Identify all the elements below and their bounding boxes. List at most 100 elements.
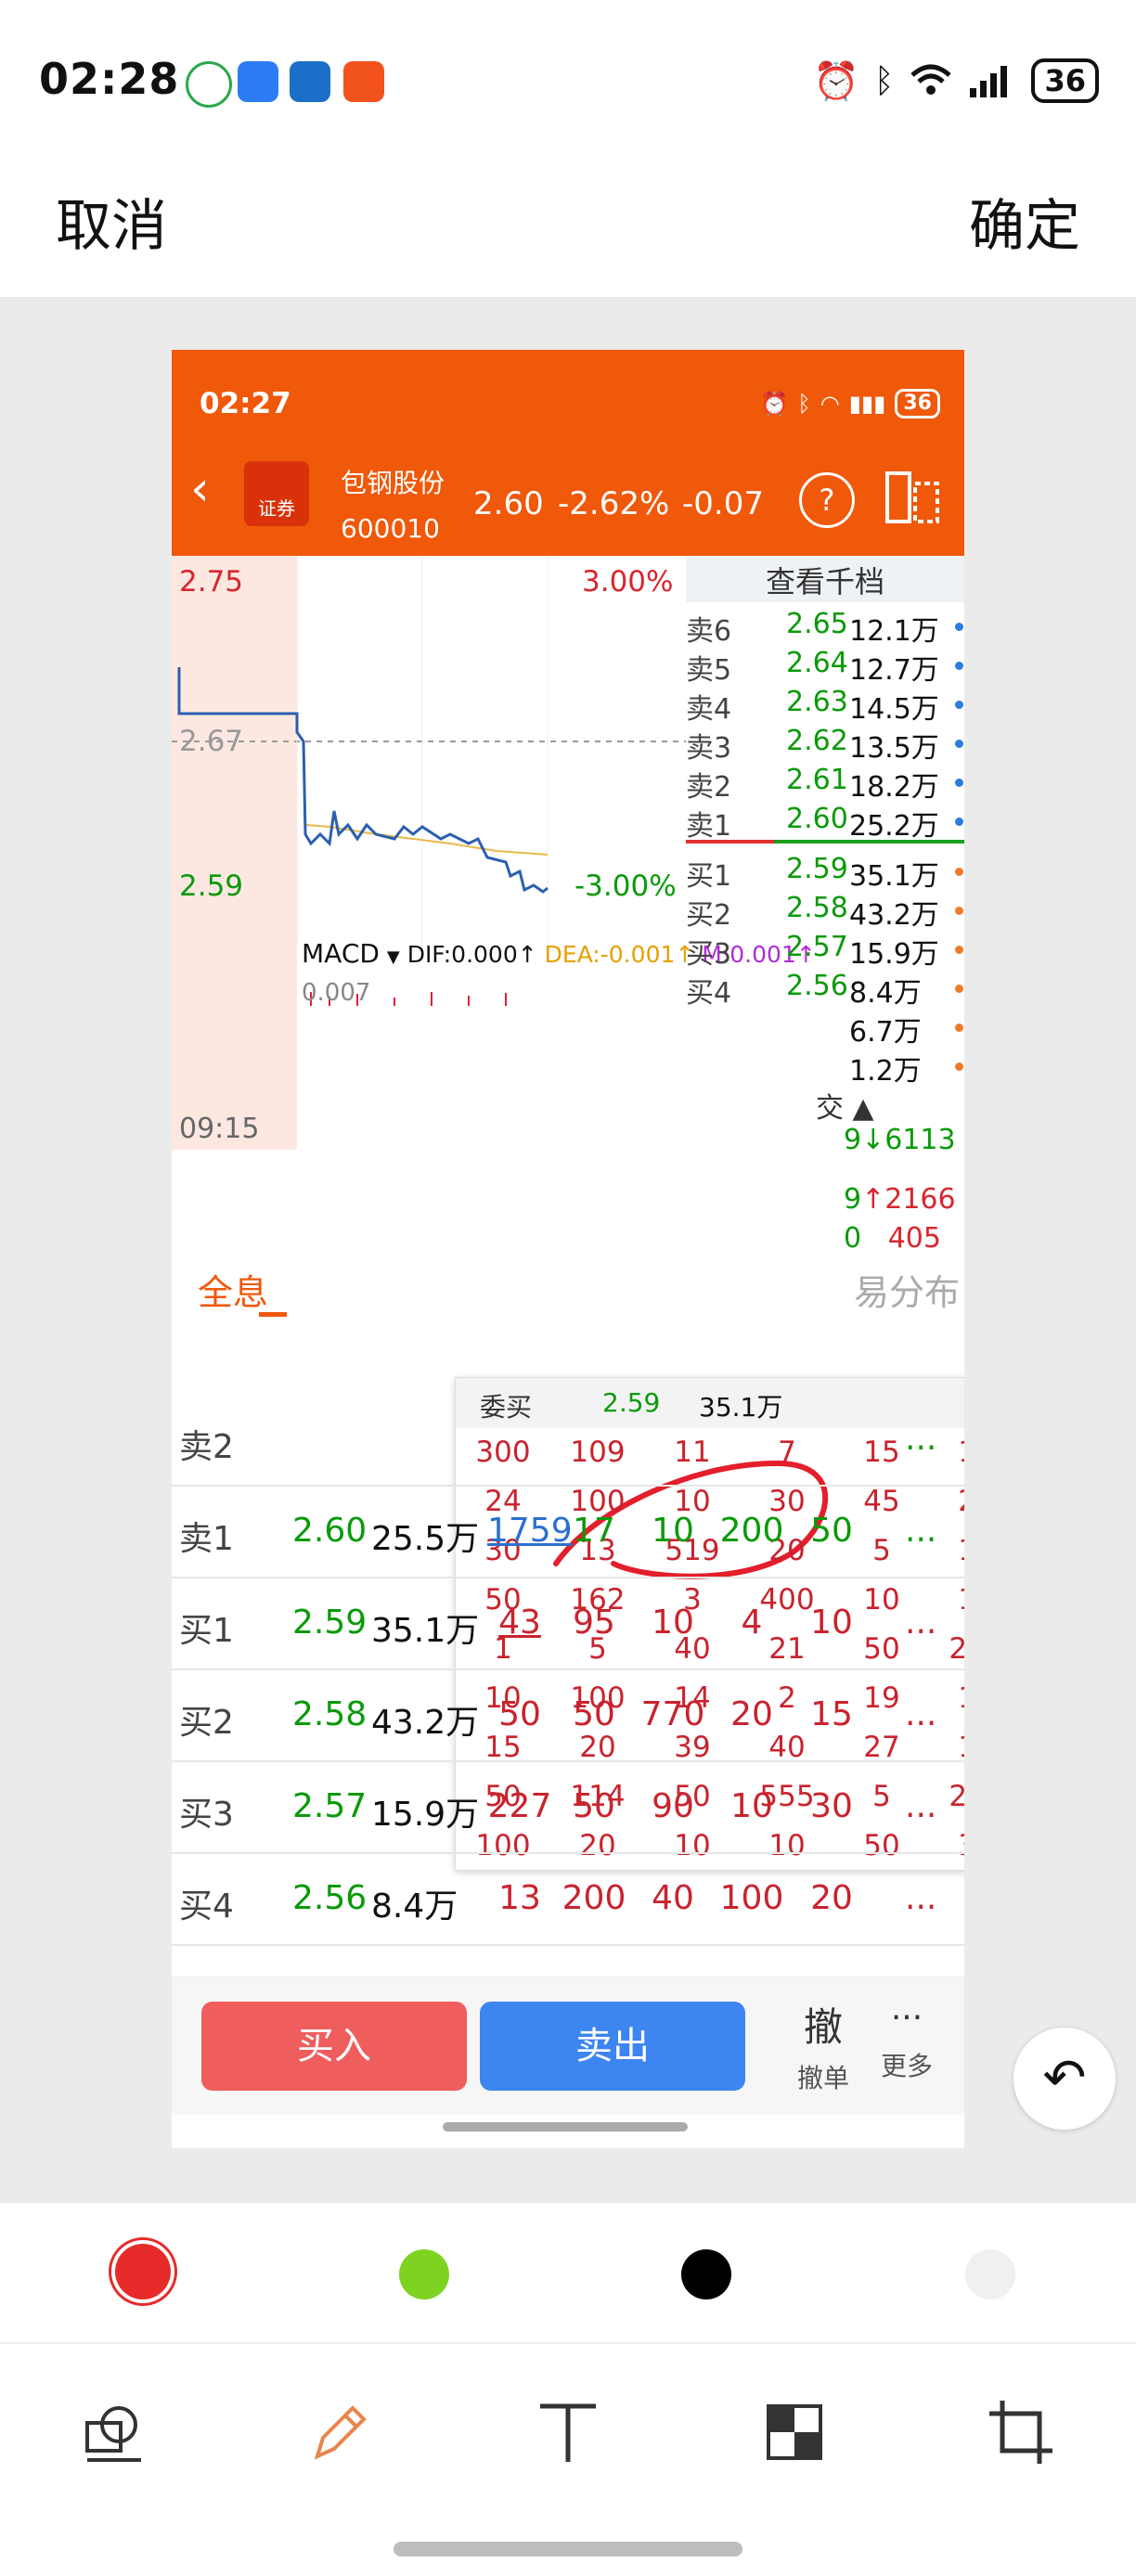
sell-level-row[interactable]: 卖4 2.63 14.5万 xyxy=(686,686,964,726)
color-white[interactable] xyxy=(965,2249,1015,2299)
undo-icon[interactable]: ↶ xyxy=(1013,2028,1116,2130)
pct-max: 3.00% xyxy=(582,565,674,599)
layout-switch-icon[interactable] xyxy=(884,470,940,524)
view-thousand-button[interactable]: 查看千档 xyxy=(686,556,964,602)
message-app-icon xyxy=(238,61,278,102)
buy-level-row[interactable]: 6.7万 xyxy=(686,1009,964,1049)
cancel-order-icon: 撤 xyxy=(803,2004,843,2050)
row-more-icon[interactable]: ... xyxy=(905,1420,936,1458)
order-detail-row[interactable]: 买3 2.57 15.9万 227 50 90 10 30... xyxy=(172,1761,964,1854)
buy-level-row[interactable]: 买2 2.58 43.2万 xyxy=(686,892,964,932)
bank-app-icon xyxy=(186,61,232,108)
more-button[interactable]: ··· 更多 xyxy=(870,1996,944,2083)
broker-logo-text: 证券 xyxy=(258,497,295,520)
trade-a: 9 xyxy=(844,1124,862,1156)
crop-icon[interactable] xyxy=(984,2395,1058,2469)
sell-level-row[interactable]: 卖5 2.64 12.7万 xyxy=(686,647,964,687)
level-dot-icon xyxy=(955,662,963,670)
level-price: 2.59 xyxy=(786,853,848,885)
sell-level-row[interactable]: 卖3 2.62 13.5万 xyxy=(686,725,964,765)
signal-icon xyxy=(970,66,1008,97)
level-label: 卖1 xyxy=(686,810,732,843)
cancel-order-button[interactable]: 撤 撤单 xyxy=(786,1996,860,2095)
bank2-app-icon xyxy=(290,61,330,102)
level-volume: 18.2万 xyxy=(849,771,939,804)
signal-icon: ▮▮▮ xyxy=(848,391,886,417)
row-order-qty: 17 xyxy=(573,1512,615,1550)
level-label: 买3 xyxy=(686,938,732,971)
level-label: 买4 xyxy=(686,977,732,1010)
order-detail-row[interactable]: 买1 2.59 35.1万 43 95 10 4 10... xyxy=(172,1578,964,1670)
time-label: 09:15 xyxy=(179,1113,260,1145)
wifi-icon xyxy=(910,64,952,95)
color-black[interactable] xyxy=(681,2249,731,2299)
row-more-icon[interactable]: ... xyxy=(905,1695,936,1733)
buy-level-row[interactable]: 买1 2.59 35.1万 xyxy=(686,853,964,893)
level-volume: 12.1万 xyxy=(849,615,939,648)
cancel-button[interactable]: 取消 xyxy=(56,181,167,262)
trade-label: 交 xyxy=(816,1092,844,1125)
help-icon[interactable]: ? xyxy=(799,472,855,528)
level-dot-icon xyxy=(955,623,963,631)
home-indicator xyxy=(394,2542,742,2557)
stock-name: 包钢股份 xyxy=(341,468,445,498)
buy-level-row[interactable]: 1.2万 xyxy=(686,1048,964,1088)
buy-level-row[interactable]: 买4 2.56 8.4万 xyxy=(686,970,964,1010)
tab-full-info[interactable]: 全息 xyxy=(198,1264,268,1315)
bluetooth-icon: ᛒ xyxy=(873,61,895,100)
level-price: 2.63 xyxy=(786,686,848,718)
buy-level-row[interactable]: 买3 2.57 15.9万 xyxy=(686,931,964,971)
buy-button[interactable]: 买入 xyxy=(201,2002,467,2091)
row-more-icon[interactable]: ... xyxy=(905,1512,936,1550)
inner-home-indicator xyxy=(443,2122,688,2132)
row-price: 2.56 xyxy=(292,1879,368,1917)
row-order-qty: 95 xyxy=(573,1604,615,1642)
y-max: 2.75 xyxy=(179,565,244,599)
inner-status-time: 02:27 xyxy=(200,387,291,420)
level-dot-icon xyxy=(955,1063,963,1071)
row-more-icon[interactable]: ... xyxy=(905,1787,936,1825)
level-volume: 1.2万 xyxy=(849,1055,922,1088)
row-order-qty: 40 xyxy=(652,1879,694,1917)
inner-status-icons: ⏰ ᛒ ◠ ▮▮▮ 36 xyxy=(761,389,940,419)
status-bar: 02:28 ⏰ ᛒ 36 xyxy=(0,0,1136,158)
level-label: 买2 xyxy=(686,899,732,932)
edited-screenshot[interactable]: 02:27 ⏰ ᛒ ◠ ▮▮▮ 36 ‹ 证券 包钢股份 600010 2.60… xyxy=(172,350,964,2148)
tab-distribution[interactable]: 易分布 xyxy=(854,1264,960,1315)
confirm-button[interactable]: 确定 xyxy=(969,181,1080,262)
order-detail-row[interactable]: 卖1 2.60 25.5万 1759 17 10 200 50... xyxy=(172,1486,964,1578)
row-more-icon[interactable]: ... xyxy=(905,1879,936,1917)
row-order-qty: 10 xyxy=(730,1787,773,1825)
cancel-order-label: 撤单 xyxy=(796,2063,849,2093)
sell-level-row[interactable]: 卖1 2.60 25.2万 xyxy=(686,803,964,843)
level-label: 卖2 xyxy=(686,771,732,804)
sell-level-row[interactable]: 卖6 2.65 12.1万 xyxy=(686,608,964,648)
color-red[interactable] xyxy=(115,2244,171,2299)
order-detail-row[interactable]: 买4 2.56 8.4万 13 200 40 100 20... xyxy=(172,1853,964,1946)
order-detail-row[interactable]: 买2 2.58 43.2万 50 50 770 20 15... xyxy=(172,1669,964,1762)
back-icon[interactable]: ‹ xyxy=(190,461,210,517)
row-price: 2.59 xyxy=(292,1604,368,1642)
macd-name: MACD xyxy=(302,938,380,969)
row-order-qty: 50 xyxy=(573,1695,615,1733)
text-icon[interactable] xyxy=(531,2395,605,2469)
trade-action-bar: 买入 卖出 撤 撤单 ··· 更多 xyxy=(172,1976,964,2115)
row-price: 2.60 xyxy=(292,1512,368,1550)
wifi-icon: ◠ xyxy=(820,391,840,417)
stock-change: -0.07 xyxy=(682,485,764,522)
shape-icon[interactable] xyxy=(76,2395,150,2469)
mosaic-icon[interactable] xyxy=(757,2395,832,2469)
volume-label: 0.007 xyxy=(302,979,371,1007)
intraday-chart[interactable]: 2.75 2.67 2.59 3.00% -3.00% MACD ▼ DIF:0… xyxy=(172,556,816,1150)
sell-button[interactable]: 卖出 xyxy=(480,2002,745,2091)
y-mid: 2.67 xyxy=(179,725,244,758)
row-order-qty: 13 xyxy=(498,1879,541,1917)
pen-icon[interactable] xyxy=(303,2395,377,2469)
sell-level-row[interactable]: 卖2 2.61 18.2万 xyxy=(686,764,964,804)
row-more-icon[interactable]: ... xyxy=(905,1604,936,1642)
trade-a: 9 xyxy=(844,1183,862,1216)
trade-row: 9↓6113 xyxy=(844,1124,956,1156)
order-detail-row[interactable]: 卖2... xyxy=(172,1394,964,1487)
level-volume: 6.7万 xyxy=(849,1016,922,1049)
color-green[interactable] xyxy=(399,2249,449,2299)
